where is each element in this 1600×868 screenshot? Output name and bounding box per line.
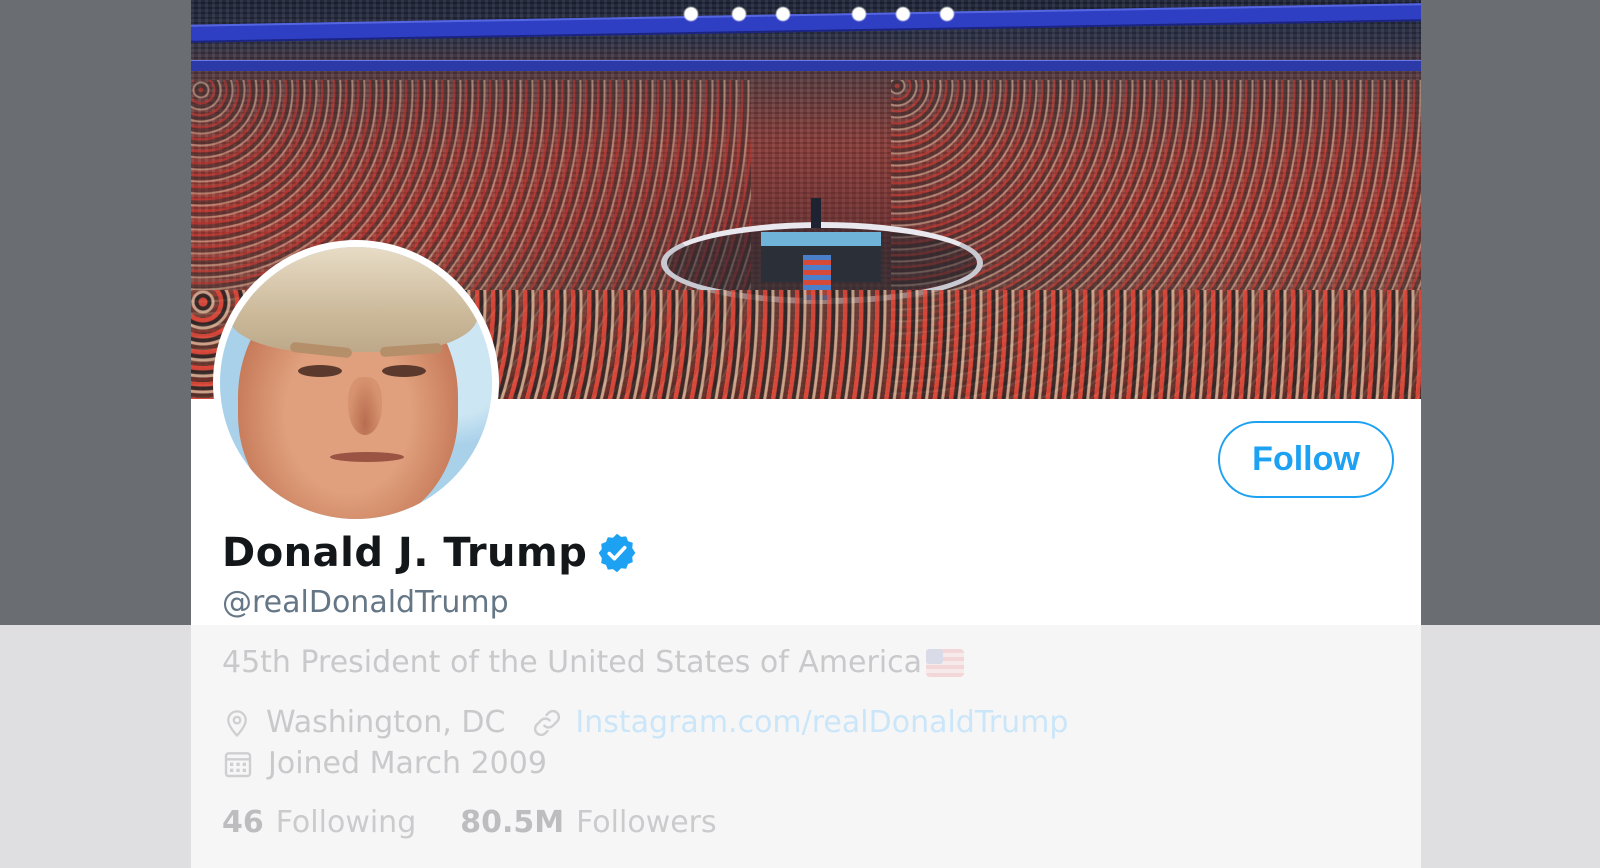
banner-ribbon [191, 60, 1421, 71]
profile-handle[interactable]: @realDonaldTrump [222, 585, 509, 620]
avatar-mouth [330, 452, 404, 462]
link-icon [534, 709, 561, 736]
avatar-hair [228, 247, 478, 352]
profile-card: Follow Donald J. Trump @realDonaldTrump … [191, 0, 1421, 868]
banner-lights [671, 6, 971, 22]
profile-display-name[interactable]: Donald J. Trump [222, 530, 587, 576]
us-flag-icon [926, 648, 965, 677]
banner-podium [811, 198, 821, 228]
avatar-nose [348, 377, 382, 435]
profile-stats: 46 Following 80.5M Followers [222, 805, 717, 840]
location-pin-icon [227, 709, 247, 737]
profile-bio-text: 45th President of the United States of A… [222, 645, 923, 680]
avatar-eye [298, 365, 342, 377]
avatar-eye [382, 365, 426, 377]
verified-badge-icon [599, 533, 636, 573]
avatar-photo [220, 247, 492, 519]
profile-meta-row: Washington, DC Instagram.com/realDonaldT… [222, 705, 1068, 740]
profile-joined-row: Joined March 2009 [222, 746, 547, 781]
calendar-icon [224, 751, 252, 777]
profile-website-link[interactable]: Instagram.com/realDonaldTrump [575, 705, 1068, 740]
profile-bio: 45th President of the United States of A… [222, 645, 965, 680]
follow-button[interactable]: Follow [1218, 421, 1394, 498]
avatar[interactable] [213, 240, 499, 526]
followers-label[interactable]: Followers [576, 805, 717, 840]
following-count[interactable]: 46 [222, 805, 264, 840]
followers-count[interactable]: 80.5M [460, 805, 564, 840]
profile-name-row: Donald J. Trump [222, 530, 639, 576]
following-label[interactable]: Following [276, 805, 417, 840]
profile-location: Washington, DC [266, 705, 506, 740]
profile-joined-date: Joined March 2009 [268, 746, 547, 781]
